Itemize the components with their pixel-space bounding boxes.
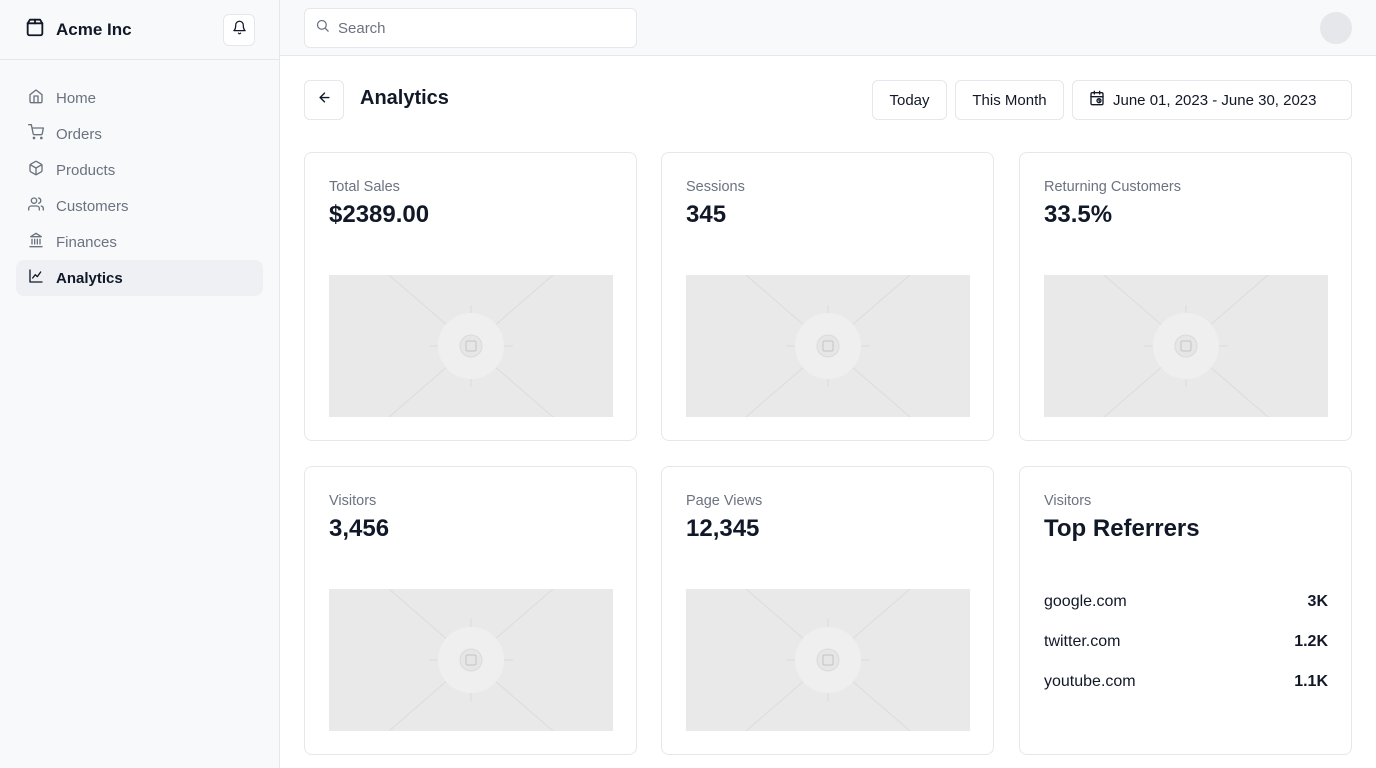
sidebar-item-label: Customers [56, 197, 129, 215]
referrer-count: 1.1K [1294, 673, 1328, 690]
image-placeholder [329, 589, 613, 731]
sidebar-item-home[interactable]: Home [16, 80, 263, 116]
search-box[interactable] [304, 8, 637, 48]
sidebar-item-label: Analytics [56, 269, 123, 287]
card-label: Page Views [686, 493, 763, 509]
sidebar-item-customers[interactable]: Customers [16, 188, 263, 224]
card-value: 345 [686, 201, 727, 228]
cart-icon [28, 124, 44, 144]
date-range-button[interactable]: June 01, 2023 - June 30, 2023 [1072, 80, 1352, 120]
users-icon [28, 196, 45, 216]
referrer-site: twitter.com [1044, 633, 1121, 650]
search-input[interactable] [338, 19, 618, 37]
placeholder-image-icon [1103, 275, 1269, 417]
sidebar-item-label: Home [56, 89, 97, 107]
brand[interactable]: Acme Inc [24, 16, 132, 43]
card-title: Top Referrers [1044, 515, 1200, 542]
image-placeholder [686, 275, 970, 417]
placeholder-image-icon [745, 275, 911, 417]
card-value: $2389.00 [329, 201, 430, 228]
sidebar-item-label: Products [56, 161, 116, 179]
back-button[interactable] [304, 80, 344, 120]
notifications-button[interactable] [223, 13, 255, 46]
sidebar-item-label: Orders [56, 125, 102, 143]
card-label: Visitors [1044, 493, 1092, 509]
referrer-row: google.com 3K [1044, 593, 1328, 611]
placeholder-image-icon [388, 275, 554, 417]
card-label: Returning Customers [1044, 179, 1181, 195]
home-icon [28, 88, 44, 108]
sidebar-item-orders[interactable]: Orders [16, 116, 263, 152]
bell-icon [232, 20, 247, 40]
sidebar: Acme Inc Home Orders Products Customers … [0, 0, 280, 768]
card-value: 33.5% [1044, 201, 1113, 228]
package-icon [24, 16, 46, 43]
referrer-row: youtube.com 1.1K [1044, 673, 1328, 691]
date-range-label: June 01, 2023 - June 30, 2023 [1113, 91, 1317, 109]
line-chart-icon [28, 268, 44, 288]
metric-card-total-sales: Total Sales $2389.00 [304, 152, 637, 441]
image-placeholder [1044, 275, 1328, 417]
box-icon [28, 160, 44, 180]
sidebar-item-products[interactable]: Products [16, 152, 263, 188]
avatar[interactable] [1320, 12, 1352, 44]
metric-card-returning-customers: Returning Customers 33.5% [1019, 152, 1352, 441]
card-label: Visitors [329, 493, 377, 509]
page-title: Analytics [360, 87, 449, 109]
image-placeholder [686, 589, 970, 731]
referrer-site: youtube.com [1044, 673, 1136, 690]
bank-icon [28, 232, 44, 252]
card-value: 12,345 [686, 515, 760, 542]
referrer-row: twitter.com 1.2K [1044, 633, 1328, 651]
referrer-count: 1.2K [1294, 633, 1328, 650]
sidebar-nav: Home Orders Products Customers Finances [0, 60, 279, 316]
today-button[interactable]: Today [872, 80, 947, 120]
search-icon [315, 18, 330, 38]
sidebar-item-analytics[interactable]: Analytics [16, 260, 263, 296]
calendar-icon [1089, 90, 1105, 110]
placeholder-image-icon [745, 589, 911, 731]
card-label: Sessions [686, 179, 745, 195]
referrer-site: google.com [1044, 593, 1127, 610]
top-referrers-card: Visitors Top Referrers google.com 3K twi… [1019, 466, 1352, 755]
metric-card-page-views: Page Views 12,345 [661, 466, 994, 755]
topbar [280, 0, 1376, 56]
metric-card-visitors: Visitors 3,456 [304, 466, 637, 755]
brand-name: Acme Inc [56, 19, 132, 39]
this-month-button[interactable]: This Month [955, 80, 1064, 120]
image-placeholder [329, 275, 613, 417]
brand-bar: Acme Inc [0, 0, 279, 60]
arrow-left-icon [317, 90, 332, 110]
sidebar-item-finances[interactable]: Finances [16, 224, 263, 260]
card-label: Total Sales [329, 179, 400, 195]
sidebar-item-label: Finances [56, 233, 117, 251]
referrer-count: 3K [1307, 593, 1328, 610]
placeholder-image-icon [388, 589, 554, 731]
metric-card-sessions: Sessions 345 [661, 152, 994, 441]
card-value: 3,456 [329, 515, 390, 542]
